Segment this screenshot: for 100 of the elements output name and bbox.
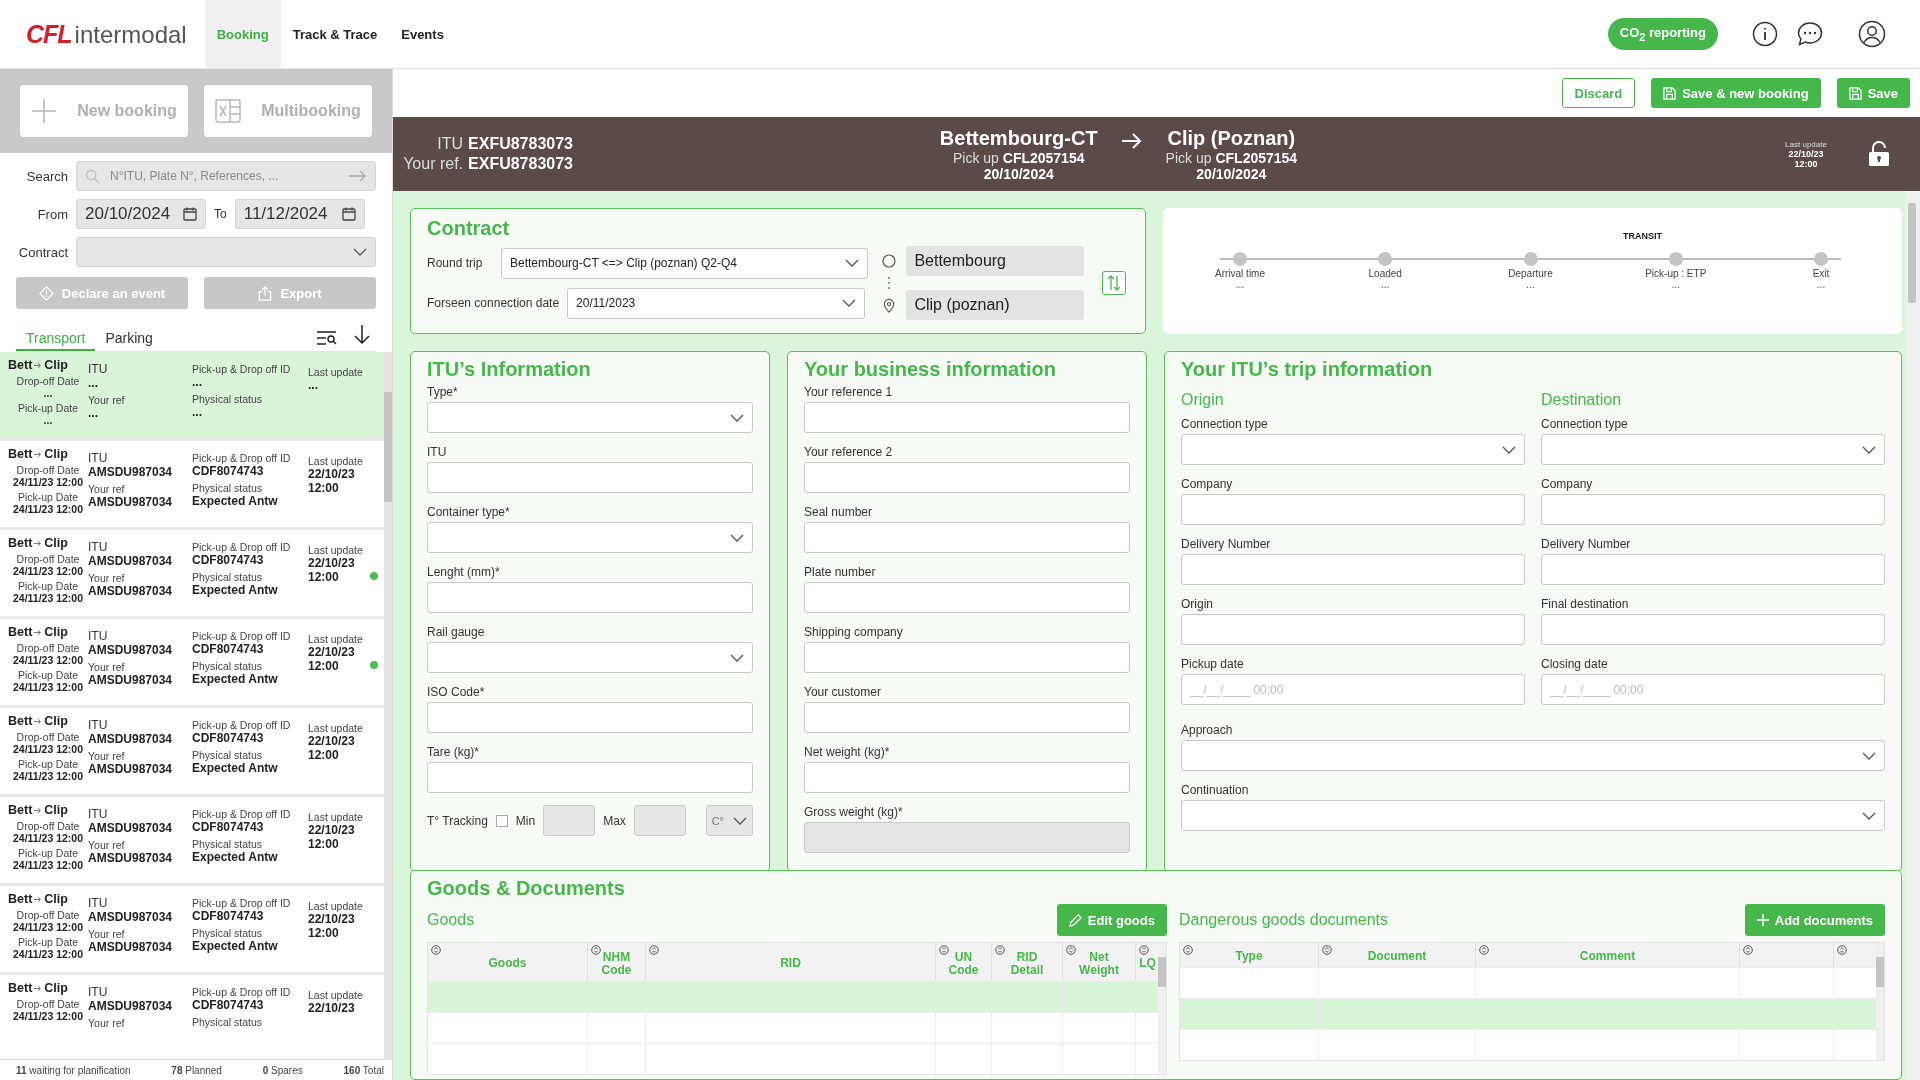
text-field[interactable] (1181, 614, 1525, 645)
text-field[interactable] (804, 702, 1130, 733)
date-field[interactable]: 11/12/2024 (234, 199, 365, 229)
add-documents-button[interactable]: Add documents (1744, 904, 1885, 936)
table-row[interactable] (1180, 1029, 1876, 1060)
text-field[interactable] (427, 762, 753, 793)
text-field[interactable] (804, 402, 1130, 433)
save-button[interactable]: Save (1836, 78, 1910, 108)
user-icon[interactable] (1858, 20, 1886, 48)
filter-icon[interactable] (317, 331, 338, 345)
new-booking-button[interactable]: New booking (20, 85, 188, 137)
logo[interactable]: CFL intermodal (26, 19, 187, 49)
table-row[interactable] (428, 1012, 1158, 1043)
lock-icon[interactable] (1868, 141, 1890, 167)
select-field[interactable] (1181, 800, 1885, 831)
scrollbar[interactable] (1876, 943, 1884, 1060)
text-field[interactable] (804, 582, 1130, 613)
chevron-icon (730, 653, 744, 662)
nav-tab[interactable]: Events (389, 0, 456, 68)
column-header[interactable]: NHM Code (588, 950, 645, 978)
select-field[interactable] (1541, 434, 1885, 465)
max-field[interactable] (633, 805, 686, 836)
contract-label: Contract (17, 244, 68, 260)
destination-field: Clip (poznan) (906, 290, 1085, 320)
export-button[interactable]: Export (204, 277, 376, 309)
text-field[interactable] (1541, 614, 1885, 645)
id-value: CDF8074743 (192, 998, 264, 1012)
itu-label: ITU (88, 451, 108, 465)
search-field[interactable]: N°ITU, Plate N°, References, ... (108, 168, 341, 184)
search-label: Search (25, 168, 68, 184)
info-icon[interactable] (1752, 21, 1778, 47)
date-field[interactable]: 20/10/2024 (76, 199, 206, 229)
itu-label: ITU (88, 807, 108, 821)
round-trip-select[interactable]: Bettembourg-CT <=> Clip (poznan) Q2-Q4 (501, 247, 869, 279)
search-bar[interactable]: N°ITU, Plate N°, References, ... (76, 161, 376, 191)
table-row[interactable] (428, 981, 1158, 1012)
dropoff-label: Drop-off Date (16, 375, 80, 387)
column-header[interactable]: Document (1355, 950, 1439, 964)
text-field[interactable] (1181, 554, 1525, 585)
checkbox[interactable] (495, 814, 508, 827)
text-field[interactable] (804, 822, 1130, 853)
id-label: Pick-up & Drop off ID (192, 897, 291, 909)
column-header[interactable]: Type (1223, 950, 1275, 964)
contract-select[interactable] (76, 237, 376, 267)
text-field[interactable] (1181, 494, 1525, 525)
connection-date-select[interactable]: 20/11/2023 (567, 287, 866, 319)
text-field[interactable] (804, 462, 1130, 493)
date-field[interactable]: __/__/____ 00:00 (1181, 674, 1525, 705)
scrollbar[interactable] (1905, 191, 1920, 1080)
date-field[interactable]: __/__/____ 00:00 (1541, 674, 1885, 705)
arrow-icon[interactable] (349, 170, 367, 182)
nav-tab[interactable]: Track & Trace (280, 0, 390, 68)
column-header[interactable]: RID Detail (992, 950, 1062, 978)
edit-goods-button[interactable]: Edit goods (1056, 904, 1167, 936)
field-label: Tare (kg)* (427, 745, 480, 759)
select-field[interactable] (1181, 740, 1885, 771)
min-field[interactable] (543, 805, 596, 836)
text-field[interactable] (427, 702, 753, 733)
sort-icon[interactable] (354, 325, 370, 345)
status-value: Expected Antw (192, 761, 278, 775)
swap-button[interactable] (1101, 271, 1126, 295)
field-label: Your customer (804, 685, 882, 699)
text-field[interactable] (1541, 494, 1885, 525)
column-header[interactable]: Goods (476, 957, 539, 971)
text-field[interactable] (427, 582, 753, 613)
discard-button[interactable]: Discard (1561, 78, 1636, 108)
field-label: Approach (1181, 723, 1234, 737)
scrollbar[interactable] (1158, 943, 1166, 1074)
text-field[interactable] (1541, 554, 1885, 585)
text-field[interactable] (804, 762, 1130, 793)
scrollbar[interactable] (384, 352, 392, 1059)
save-new-booking-button[interactable]: Save & new booking (1651, 78, 1821, 108)
chat-icon[interactable] (1796, 21, 1824, 47)
card-title: Your ITU’s trip information (1181, 358, 1434, 381)
declare-event-button[interactable]: Declare an event (16, 277, 188, 309)
text-field[interactable] (804, 642, 1130, 673)
column-header[interactable]: Comment (1567, 950, 1648, 964)
multibooking-button[interactable]: Multibooking (204, 85, 372, 137)
select-field[interactable] (427, 642, 753, 673)
select-field[interactable] (427, 522, 753, 553)
chevron-icon (1862, 811, 1876, 820)
field-label: Net weight (kg)* (804, 745, 891, 759)
text-field[interactable] (427, 462, 753, 493)
ref-value: AMSDU987034 (88, 851, 173, 865)
unit-select[interactable]: C° (706, 805, 753, 836)
list-tab[interactable]: Parking (95, 326, 163, 351)
nav-tab[interactable]: Booking (204, 0, 281, 68)
table-row[interactable] (1180, 967, 1876, 998)
select-field[interactable] (427, 402, 753, 433)
chevron-icon (842, 299, 857, 307)
select-field[interactable] (1181, 434, 1525, 465)
text-field[interactable] (804, 522, 1130, 553)
route-origin: Bett (8, 358, 33, 372)
table-row[interactable] (1180, 998, 1876, 1029)
column-header[interactable]: RID (768, 957, 813, 971)
co2-reporting-button[interactable]: CO$_{2}$ reporting (1607, 18, 1718, 50)
station-name: Bettembourg-CT (939, 126, 1098, 150)
warning-icon (38, 285, 54, 301)
table-row[interactable] (428, 1043, 1158, 1074)
column-header[interactable]: UN Code (936, 950, 991, 978)
